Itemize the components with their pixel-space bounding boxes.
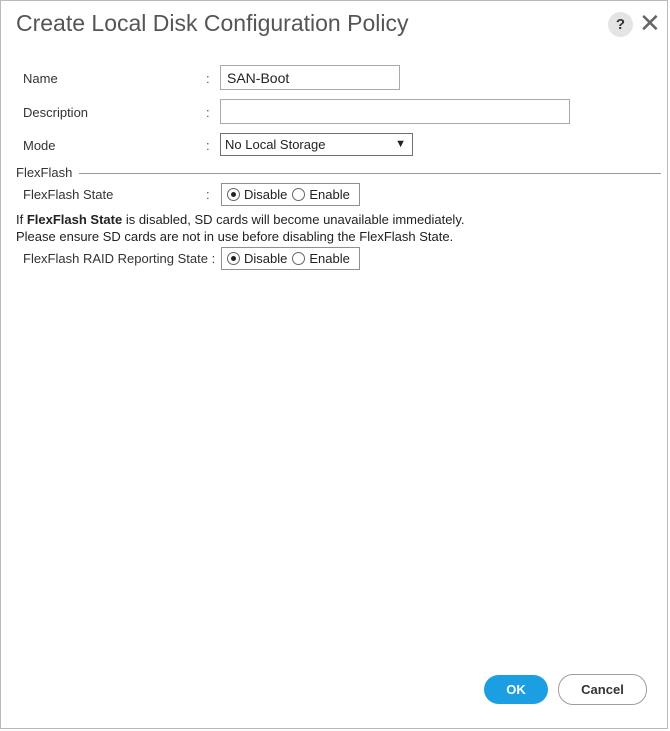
warning-prefix: If: [16, 212, 27, 227]
mode-colon: :: [206, 138, 210, 153]
section-divider: [79, 173, 661, 174]
flexflash-state-disable-radio[interactable]: [227, 188, 240, 201]
raid-state-enable-label[interactable]: Enable: [309, 251, 349, 266]
flexflash-state-radio-group: Disable Enable: [221, 183, 360, 206]
flexflash-state-disable-label[interactable]: Disable: [244, 187, 287, 202]
name-colon: :: [206, 71, 210, 86]
mode-selected-value: No Local Storage: [225, 137, 326, 152]
flexflash-section-title: FlexFlash: [16, 165, 73, 180]
flexflash-raid-state-radio-group: Disable Enable: [221, 247, 360, 270]
raid-state-disable-radio[interactable]: [227, 252, 240, 265]
flexflash-warning-line2: Please ensure SD cards are not in use be…: [16, 229, 454, 244]
raid-state-disable-label[interactable]: Disable: [244, 251, 287, 266]
warning-bold-term: FlexFlash State: [26, 212, 123, 227]
dialog-title: Create Local Disk Configuration Policy: [16, 10, 409, 36]
warning-suffix: is disabled, SD cards will become unavai…: [122, 212, 465, 227]
name-input[interactable]: [220, 65, 400, 90]
ok-button[interactable]: OK: [484, 675, 548, 704]
flexflash-state-enable-label[interactable]: Enable: [309, 187, 349, 202]
close-icon[interactable]: ✕: [639, 9, 661, 37]
name-label: Name: [23, 71, 58, 86]
flexflash-state-label: FlexFlash State: [23, 187, 114, 202]
flexflash-state-colon: :: [206, 187, 210, 202]
chevron-down-icon: ▼: [395, 138, 406, 150]
mode-select[interactable]: No Local Storage ▼: [220, 133, 413, 156]
create-local-disk-policy-dialog: Create Local Disk Configuration Policy ?…: [0, 0, 668, 729]
raid-state-enable-radio[interactable]: [292, 252, 306, 265]
flexflash-state-enable-radio[interactable]: [292, 188, 306, 201]
description-label: Description: [23, 105, 89, 120]
flexflash-warning-line1: If FlexFlash State is disabled, SD cards…: [16, 212, 464, 227]
description-colon: :: [206, 105, 210, 120]
cancel-button[interactable]: Cancel: [558, 674, 647, 705]
description-input[interactable]: [220, 99, 570, 124]
help-icon[interactable]: ?: [608, 12, 633, 37]
flexflash-raid-state-label: FlexFlash RAID Reporting State :: [23, 251, 216, 266]
mode-label: Mode: [23, 138, 56, 153]
